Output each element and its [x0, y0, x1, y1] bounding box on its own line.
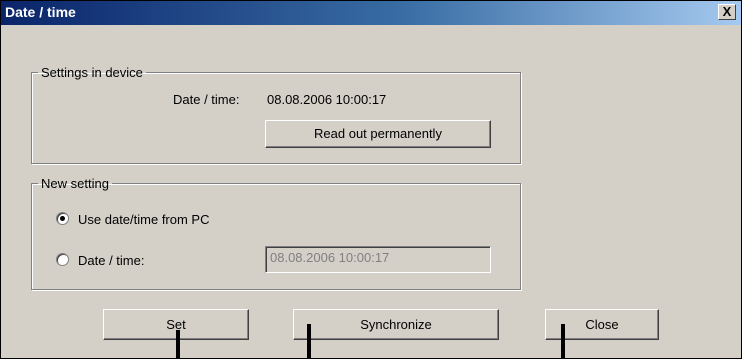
- window-title: Date / time: [5, 4, 76, 20]
- title-bar[interactable]: Date / time X: [1, 1, 741, 25]
- datetime-dialog: Date / time X Settings in device Date / …: [0, 0, 742, 359]
- manual-datetime-label[interactable]: Date / time:: [78, 253, 144, 268]
- settings-in-device-legend: Settings in device: [41, 65, 143, 80]
- use-pc-time-radio[interactable]: [56, 212, 69, 225]
- settings-in-device-group: Settings in device: [31, 65, 521, 164]
- close-window-button[interactable]: X: [718, 4, 736, 20]
- datetime-input[interactable]: 08.08.2006 10:00:17: [265, 246, 491, 273]
- callout-pointer-set: [176, 330, 180, 359]
- device-datetime-label: Date / time:: [173, 92, 240, 107]
- synchronize-button[interactable]: Synchronize: [293, 309, 499, 340]
- close-button-label: Close: [585, 317, 619, 332]
- manual-datetime-radio[interactable]: [56, 253, 69, 266]
- new-setting-legend: New setting: [41, 176, 109, 191]
- callout-pointer-close: [561, 324, 565, 359]
- use-pc-time-label[interactable]: Use date/time from PC: [78, 212, 210, 227]
- read-out-permanently-label: Read out permanently: [314, 126, 442, 141]
- read-out-permanently-button[interactable]: Read out permanently: [265, 120, 491, 148]
- device-datetime-value: 08.08.2006 10:00:17: [267, 92, 387, 107]
- synchronize-button-label: Synchronize: [360, 317, 432, 332]
- close-icon: X: [722, 4, 732, 19]
- callout-pointer-synchronize: [307, 324, 311, 359]
- radio-selected-dot: [60, 216, 65, 221]
